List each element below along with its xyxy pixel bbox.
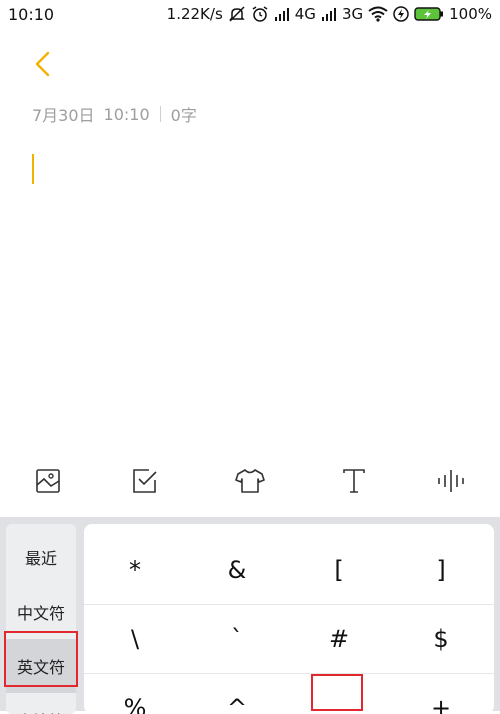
key-ampersand[interactable]: & xyxy=(186,536,288,604)
note-time: 10:10 xyxy=(103,104,150,124)
symbol-keyboard: 最近 中文符 英文符 表情符 * & [ ] \ ` # $ % ^ _ + xyxy=(0,517,500,714)
text-format-icon xyxy=(340,467,368,499)
note-editor[interactable] xyxy=(30,150,470,440)
status-bar: 10:10 1.22K/s 4G 3G 100% xyxy=(0,0,500,30)
key-plus[interactable]: + xyxy=(390,674,492,714)
network-type-4g: 4G xyxy=(294,5,316,23)
signal-icon xyxy=(321,6,337,22)
key-asterisk[interactable]: * xyxy=(84,536,186,604)
status-time: 10:10 xyxy=(8,5,55,24)
back-button[interactable] xyxy=(30,48,58,80)
status-icons: 1.22K/s 4G 3G 100% xyxy=(167,5,492,23)
note-date: 7月30日 xyxy=(32,106,95,125)
word-count: 0字 xyxy=(170,106,197,125)
key-backslash[interactable]: \ xyxy=(84,605,186,673)
image-icon xyxy=(34,467,62,499)
checkbox-icon xyxy=(131,467,159,499)
wifi-icon xyxy=(368,6,388,22)
battery-level: 100% xyxy=(449,5,492,23)
key-left-bracket[interactable]: [ xyxy=(288,536,390,604)
symbol-category-list: 最近 中文符 英文符 表情符 xyxy=(6,524,76,714)
battery-icon xyxy=(414,6,444,22)
key-hash[interactable]: # xyxy=(288,605,390,673)
mute-icon xyxy=(228,5,246,23)
shirt-icon xyxy=(234,467,266,499)
chevron-left-icon xyxy=(30,51,58,84)
network-speed: 1.22K/s xyxy=(166,5,223,23)
text-cursor xyxy=(32,154,34,184)
signal-icon xyxy=(274,6,290,22)
category-chinese-symbols[interactable]: 中文符 xyxy=(6,585,76,639)
charging-icon xyxy=(393,6,409,22)
insert-checklist-button[interactable] xyxy=(127,465,163,501)
voice-input-button[interactable] xyxy=(433,465,469,501)
key-percent[interactable]: % xyxy=(84,674,186,714)
symbol-key-grid: * & [ ] \ ` # $ % ^ _ + xyxy=(84,524,494,714)
key-dollar[interactable]: $ xyxy=(390,605,492,673)
network-type-3g: 3G xyxy=(341,5,364,23)
text-format-button[interactable] xyxy=(336,465,372,501)
insert-image-button[interactable] xyxy=(30,465,66,501)
key-underscore[interactable]: _ xyxy=(288,674,390,714)
divider xyxy=(159,106,161,122)
voice-icon xyxy=(436,467,466,499)
key-backtick[interactable]: ` xyxy=(186,605,288,673)
note-meta: 7月30日 10:10 0字 xyxy=(32,102,197,126)
category-recent[interactable]: 最近 xyxy=(6,530,76,584)
key-caret[interactable]: ^ xyxy=(186,674,288,714)
category-english-symbols[interactable]: 英文符 xyxy=(6,639,76,693)
theme-button[interactable] xyxy=(232,465,268,501)
key-right-bracket[interactable]: ] xyxy=(390,536,492,604)
alarm-icon xyxy=(251,5,269,23)
format-toolbar xyxy=(0,455,500,511)
